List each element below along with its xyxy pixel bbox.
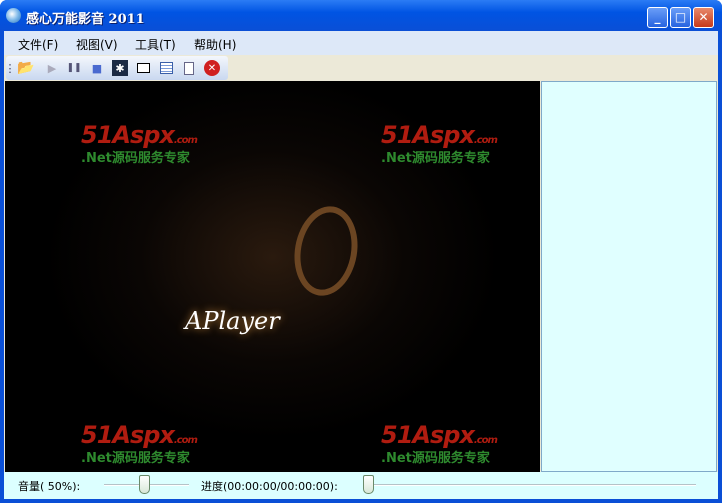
progress-slider-thumb[interactable] <box>363 475 374 494</box>
toolbar-grip[interactable]: ⋮ <box>5 60 16 76</box>
app-icon <box>6 8 21 23</box>
player-logo: APlayer <box>185 307 280 335</box>
watermark-logo: 51Aspx.com .Net源码服务专家 <box>81 421 198 466</box>
window-icon[interactable] <box>135 60 151 76</box>
pin-icon[interactable]: ✱ <box>112 60 128 76</box>
watermark-logo: 51Aspx.com .Net源码服务专家 <box>381 121 498 166</box>
menu-help[interactable]: 帮助(H) <box>194 36 236 53</box>
window-title: 感心万能影音 2011 <box>26 12 145 27</box>
close-button[interactable]: ✕ <box>693 7 714 28</box>
title-bar[interactable]: 感心万能影音 2011 _ □ ✕ <box>0 0 722 31</box>
video-area[interactable]: 51Aspx.com .Net源码服务专家 51Aspx.com .Net源码服务专… <box>5 81 540 472</box>
volume-label: 音量( 50%): <box>18 480 81 493</box>
playlist-panel[interactable] <box>541 81 717 472</box>
watermark-logo: 51Aspx.com .Net源码服务专家 <box>381 421 498 466</box>
progress-label: 进度(00:00:00/00:00:00): <box>201 480 338 493</box>
play-icon[interactable]: ▶ <box>44 60 60 76</box>
document-icon[interactable] <box>181 60 197 76</box>
watermark-logo: 51Aspx.com .Net源码服务专家 <box>81 121 198 166</box>
toolbar: ⋮ 📂 ▶ ❚❚ ■ ✱ ✕ <box>5 56 228 80</box>
menu-bar: 文件(F) 视图(V) 工具(T) 帮助(H) <box>4 31 718 55</box>
open-folder-icon[interactable]: 📂 <box>17 60 34 76</box>
maximize-button[interactable]: □ <box>670 7 691 28</box>
menu-tools[interactable]: 工具(T) <box>135 36 176 53</box>
film-reel-icon <box>287 201 365 301</box>
client-area: 文件(F) 视图(V) 工具(T) 帮助(H) ⋮ 📂 ▶ ❚❚ ■ ✱ ✕ 5… <box>4 31 718 499</box>
list-icon[interactable] <box>158 60 174 76</box>
minimize-button[interactable]: _ <box>647 7 668 28</box>
pause-icon[interactable]: ❚❚ <box>66 60 82 76</box>
volume-slider-thumb[interactable] <box>139 475 150 494</box>
menu-file[interactable]: 文件(F) <box>18 36 58 53</box>
exit-icon[interactable]: ✕ <box>204 60 220 76</box>
app-window: 感心万能影音 2011 _ □ ✕ 文件(F) 视图(V) 工具(T) 帮助(H… <box>0 0 722 503</box>
stop-icon[interactable]: ■ <box>89 60 105 76</box>
control-bar: 音量( 50%): 进度(00:00:00/00:00:00): <box>4 472 718 499</box>
menu-view[interactable]: 视图(V) <box>76 36 118 53</box>
progress-track[interactable] <box>366 484 696 486</box>
